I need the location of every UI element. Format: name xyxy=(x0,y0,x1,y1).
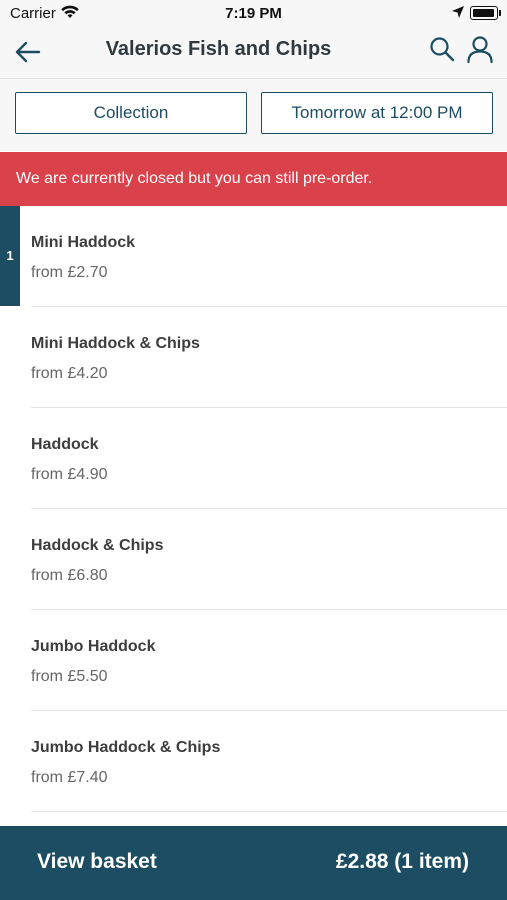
divider xyxy=(31,811,507,812)
item-name: Mini Haddock & Chips xyxy=(31,335,200,352)
closed-banner-text: We are currently closed but you can stil… xyxy=(16,170,373,187)
menu-item-jumbo-haddock-chips[interactable]: Jumbo Haddock & Chips from £7.40 xyxy=(0,711,507,812)
item-name: Jumbo Haddock xyxy=(31,638,156,655)
battery-icon xyxy=(470,6,501,20)
back-arrow-icon[interactable] xyxy=(12,36,44,68)
item-name: Mini Haddock xyxy=(31,234,136,251)
item-price: from £2.70 xyxy=(31,264,108,281)
status-time: 7:19 PM xyxy=(225,5,282,22)
menu-item-haddock-chips[interactable]: Haddock & Chips from £6.80 xyxy=(0,509,507,610)
menu-item-mini-haddock[interactable]: 1 Mini Haddock from £2.70 xyxy=(0,206,507,307)
time-slot-button[interactable]: Tomorrow at 12:00 PM xyxy=(261,92,493,134)
menu-item-haddock[interactable]: Haddock from £4.90 xyxy=(0,408,507,509)
page-title: Valerios Fish and Chips xyxy=(105,38,332,60)
search-icon[interactable] xyxy=(428,35,456,63)
item-price: from £4.20 xyxy=(31,365,108,382)
nav-bar: Valerios Fish and Chips xyxy=(0,28,507,79)
view-basket-button[interactable]: View basket £2.88 (1 item) xyxy=(0,826,507,900)
location-arrow-icon xyxy=(451,5,465,23)
item-price: from £7.40 xyxy=(31,769,108,786)
collection-button[interactable]: Collection xyxy=(15,92,247,134)
item-price: from £4.90 xyxy=(31,466,108,483)
closed-banner: We are currently closed but you can stil… xyxy=(0,152,507,206)
status-bar: Carrier 7:19 PM xyxy=(0,0,507,28)
account-icon[interactable] xyxy=(465,34,495,64)
item-price: from £5.50 xyxy=(31,668,108,685)
menu-item-jumbo-haddock[interactable]: Jumbo Haddock from £5.50 xyxy=(0,610,507,711)
menu-list: 1 Mini Haddock from £2.70 Mini Haddock &… xyxy=(0,206,507,812)
quantity-badge: 1 xyxy=(0,206,20,306)
item-name: Haddock xyxy=(31,436,99,453)
view-basket-label: View basket xyxy=(37,850,157,873)
item-name: Jumbo Haddock & Chips xyxy=(31,739,221,756)
menu-item-mini-haddock-chips[interactable]: Mini Haddock & Chips from £4.20 xyxy=(0,307,507,408)
item-name: Haddock & Chips xyxy=(31,537,164,554)
order-options: Collection Tomorrow at 12:00 PM xyxy=(0,79,507,151)
item-price: from £6.80 xyxy=(31,567,108,584)
basket-total: £2.88 (1 item) xyxy=(335,850,469,873)
